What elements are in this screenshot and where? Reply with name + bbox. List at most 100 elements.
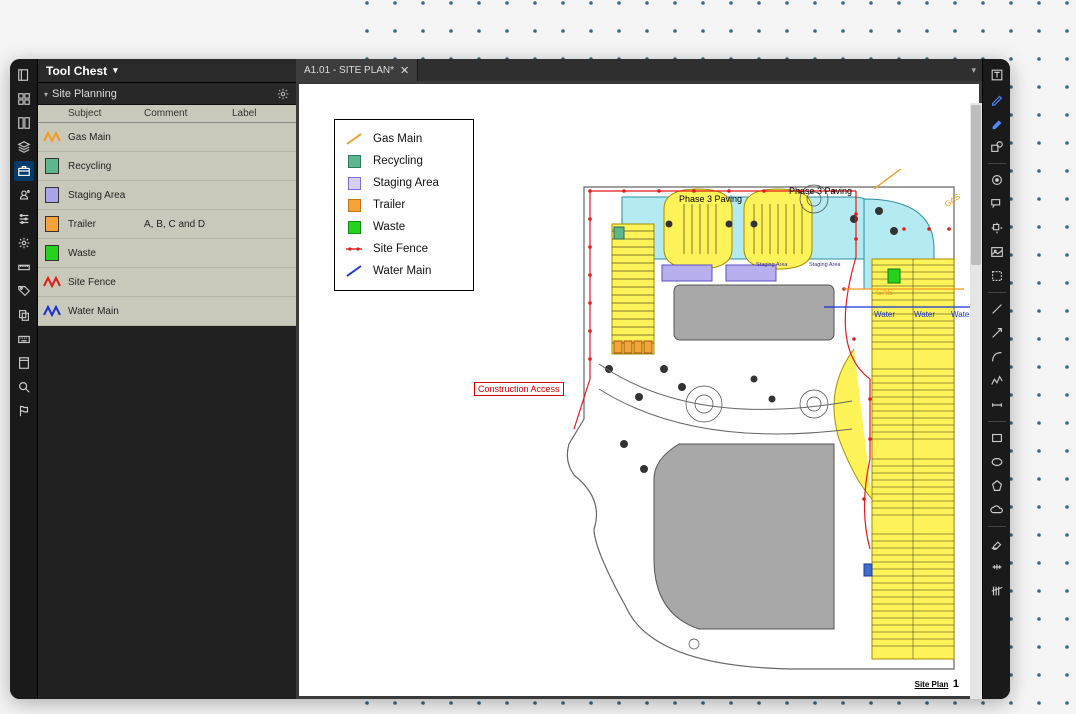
legend-symbol — [345, 176, 363, 190]
flag-icon[interactable] — [14, 401, 34, 421]
tool-swatch — [38, 303, 66, 319]
canvas-viewport[interactable]: Gas MainRecyclingStaging AreaTrailerWast… — [296, 81, 982, 699]
tool-subject: Trailer — [66, 219, 144, 230]
legend-label: Trailer — [373, 199, 405, 211]
tool-subject: Waste — [66, 248, 144, 259]
tool-row[interactable]: Waste — [38, 239, 296, 268]
thumbnails-grid-icon[interactable] — [14, 89, 34, 109]
legend-row: Site Fence — [345, 238, 463, 260]
annotation-phase3-b: Phase 3 Paving — [679, 194, 742, 204]
tool-row[interactable]: Site Fence — [38, 268, 296, 297]
stamp-tool-icon[interactable] — [987, 218, 1007, 238]
sheets-icon[interactable] — [14, 353, 34, 373]
chevron-down-icon: ▾ — [113, 65, 118, 76]
toolbar-separator — [988, 526, 1006, 527]
image-tool-icon[interactable] — [987, 242, 1007, 262]
column-icon — [38, 105, 66, 122]
legend-box: Gas MainRecyclingStaging AreaTrailerWast… — [334, 119, 474, 291]
close-icon[interactable]: ✕ — [400, 64, 409, 77]
tool-row[interactable]: Gas Main — [38, 123, 296, 152]
file-panels-icon[interactable] — [14, 65, 34, 85]
tool-subject: Staging Area — [66, 190, 144, 201]
column-label[interactable]: Label — [232, 105, 296, 122]
gear-icon[interactable] — [276, 87, 290, 101]
pen-tool-icon[interactable] — [987, 89, 1007, 109]
legend-label: Recycling — [373, 155, 423, 167]
annotation-staging-b: Staging Area — [809, 262, 841, 268]
panel-title-text: Tool Chest — [46, 64, 107, 78]
ellipse-tool-icon[interactable] — [987, 452, 1007, 472]
annotation-staging-a: Staging Area — [756, 262, 788, 268]
tool-chest-icon[interactable] — [14, 161, 34, 181]
document-tab-bar: A1.01 - SITE PLAN* ✕ ▾ — [296, 59, 982, 81]
document-tab[interactable]: A1.01 - SITE PLAN* ✕ — [296, 59, 418, 81]
layers-icon[interactable] — [14, 137, 34, 157]
rectangle-tool-icon[interactable] — [987, 428, 1007, 448]
tool-row[interactable]: Recycling — [38, 152, 296, 181]
tool-row[interactable]: Water Main — [38, 297, 296, 326]
toolbar-separator — [988, 292, 1006, 293]
annotation-water-a: Water — [874, 310, 895, 319]
legend-label: Waste — [373, 221, 405, 233]
column-subject[interactable]: Subject — [66, 105, 144, 122]
legend-symbol — [345, 220, 363, 234]
search-icon[interactable] — [14, 377, 34, 397]
settings-gear-icon[interactable] — [14, 233, 34, 253]
legend-symbol — [345, 242, 363, 256]
legend-symbol — [345, 264, 363, 278]
dimension-tool-icon[interactable] — [987, 395, 1007, 415]
cloud-tool-icon[interactable] — [987, 500, 1007, 520]
spaces-icon[interactable] — [14, 185, 34, 205]
tags-icon[interactable] — [14, 281, 34, 301]
left-toolbar — [10, 59, 38, 699]
toolbar-separator — [988, 421, 1006, 422]
crop-tool-icon[interactable] — [987, 266, 1007, 286]
tool-row[interactable]: Staging Area — [38, 181, 296, 210]
toolbar-separator — [988, 163, 1006, 164]
eraser-tool-icon[interactable] — [987, 533, 1007, 553]
scrollbar-thumb[interactable] — [971, 105, 981, 265]
tab-menu-chevron-icon[interactable]: ▾ — [971, 65, 976, 76]
polygon-tool-icon[interactable] — [987, 476, 1007, 496]
arrow-tool-icon[interactable] — [987, 323, 1007, 343]
legend-row: Recycling — [345, 150, 463, 172]
legend-symbol — [345, 198, 363, 212]
tool-chest-panel: Tool Chest ▾ ▾Site Planning Subject Comm… — [38, 59, 296, 699]
legend-row: Water Main — [345, 260, 463, 282]
arc-tool-icon[interactable] — [987, 347, 1007, 367]
app-window: Tool Chest ▾ ▾Site Planning Subject Comm… — [10, 59, 1010, 699]
tool-list: Subject Comment Label Gas Main Recycling S… — [38, 105, 296, 326]
line-tool-icon[interactable] — [987, 299, 1007, 319]
tool-row[interactable]: TrailerA, B, C and D — [38, 210, 296, 239]
callout-tool-icon[interactable] — [987, 194, 1007, 214]
annotation-construction-access: Construction Access — [474, 382, 564, 396]
panel-category-row[interactable]: ▾Site Planning — [38, 83, 296, 105]
vertical-scrollbar[interactable] — [970, 103, 982, 699]
chevron-down-icon: ▾ — [44, 90, 48, 99]
panel-title-bar[interactable]: Tool Chest ▾ — [38, 59, 296, 83]
properties-icon[interactable] — [14, 209, 34, 229]
copy-icon[interactable] — [14, 305, 34, 325]
polyline-tool-icon[interactable] — [987, 371, 1007, 391]
tool-comment: A, B, C and D — [144, 219, 232, 230]
legend-row: Staging Area — [345, 172, 463, 194]
tool-swatch — [38, 187, 66, 203]
column-comment[interactable]: Comment — [144, 105, 232, 122]
bookmarks-icon[interactable] — [14, 113, 34, 133]
annotation-phase3-a: Phase 3 Paving — [789, 186, 852, 196]
shapes-tool-icon[interactable] — [987, 137, 1007, 157]
tool-subject: Recycling — [66, 161, 144, 172]
text-tool-icon[interactable] — [987, 65, 1007, 85]
keyboard-icon[interactable] — [14, 329, 34, 349]
legend-symbol — [345, 132, 363, 146]
measurements-icon[interactable] — [14, 257, 34, 277]
note-tool-icon[interactable] — [987, 170, 1007, 190]
measure-tool-icon[interactable] — [987, 557, 1007, 577]
drawing-canvas[interactable]: Gas MainRecyclingStaging AreaTrailerWast… — [299, 84, 979, 696]
tool-swatch — [38, 245, 66, 261]
highlighter-tool-icon[interactable] — [987, 113, 1007, 133]
right-toolbar — [982, 59, 1010, 699]
legend-symbol — [345, 154, 363, 168]
count-tool-icon[interactable] — [987, 581, 1007, 601]
legend-row: Trailer — [345, 194, 463, 216]
